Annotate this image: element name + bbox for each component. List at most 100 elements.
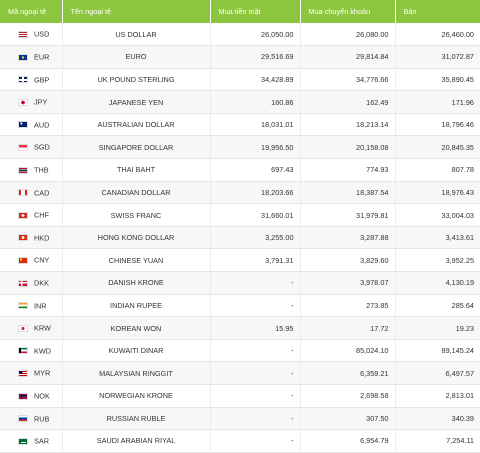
cash-buy-rate: 697.43 (210, 158, 301, 182)
sell-rate: 18,976.43 (441, 187, 474, 197)
cash-buy-rate: 160.86 (210, 90, 301, 114)
transfer-buy-rate: 18,387.54 (300, 181, 396, 204)
currency-name: NORWEGIAN KRONE (62, 384, 211, 408)
header-cash-buy: Mua tiền mặt (210, 0, 301, 23)
currency-code: EUR (34, 52, 50, 62)
currency-code-cell: THB (0, 158, 63, 182)
transfer-buy-rate: 85,024.10 (300, 339, 396, 362)
au-flag-icon (18, 121, 28, 129)
sell-rate: 31,072.87 (441, 52, 474, 62)
currency-code-cell: MYR (0, 361, 63, 385)
cash-buy-rate: - (210, 384, 301, 408)
table-row: THB THAI BAHT 697.43 774.93 807.78 (0, 158, 480, 182)
table-row: NOK NORWEGIAN KRONE -2,698.58 2,813.01 (0, 384, 480, 408)
header-currency-code: Mã ngoại tệ (0, 0, 63, 23)
kw-flag-icon (18, 347, 28, 355)
currency-code: HKD (34, 233, 50, 243)
currency-code-cell: JPY (0, 90, 63, 114)
table-row: INR INDIAN RUPEE -273.85 285.64 (0, 294, 480, 317)
table-row: CHF SWISS FRANC 31,660.01 31,979.81 33,004.0… (0, 203, 480, 227)
sell-rate: 26,460.00 (441, 29, 474, 39)
currency-name: RUSSIAN RUBLE (62, 407, 211, 430)
currency-code-cell: HKD (0, 226, 63, 249)
currency-code-cell: GBP (0, 68, 63, 91)
transfer-buy-rate: 18,213.14 (300, 113, 396, 136)
table-row: MYR MALAYSIAN RINGGIT -6,359.21 6,497.57 (0, 361, 480, 385)
cash-buy-rate: 18,203.66 (210, 181, 301, 204)
sell-rate: 18,796.46 (441, 120, 474, 130)
currency-code-cell: CAD (0, 181, 63, 204)
transfer-buy-rate: 6,954.79 (300, 429, 396, 453)
currency-name: US DOLLAR (62, 23, 211, 46)
currency-name: CANADIAN DOLLAR (62, 181, 211, 204)
gb-flag-icon (18, 76, 28, 84)
table-row: USD US DOLLAR 26,050.00 26,080.00 26,460.00 (0, 23, 480, 46)
my-flag-icon (18, 369, 28, 377)
sell-rate: 285.64 (451, 300, 474, 310)
currency-code: SGD (34, 143, 50, 153)
ca-flag-icon (18, 189, 28, 197)
us-flag-icon (18, 30, 28, 38)
currency-code: CHF (34, 210, 49, 220)
sell-rate: 89,145.24 (441, 346, 474, 356)
currency-code-cell: SAR (0, 429, 63, 453)
table-row: KRW KOREAN WON 15.95 17.72 19.23 (0, 316, 480, 340)
cn-flag-icon (18, 257, 28, 265)
table-row: CAD CANADIAN DOLLAR 18,203.66 18,387.54 18,9… (0, 181, 480, 204)
currency-name: SAUDI ARABIAN RIYAL (62, 429, 211, 453)
cash-buy-rate: 3,255.00 (210, 226, 301, 249)
kr-flag-icon (18, 324, 28, 332)
currency-code-cell: SGD (0, 135, 63, 159)
transfer-buy-rate: 162.49 (300, 90, 396, 114)
transfer-buy-rate: 20,158.08 (300, 135, 396, 159)
currency-code: DKK (34, 278, 50, 288)
currency-code-cell: NOK (0, 384, 63, 408)
currency-code-cell: USD (0, 23, 63, 46)
currency-code-cell: RUB (0, 407, 63, 430)
cash-buy-rate: 3,791.31 (210, 248, 301, 272)
currency-code-cell: KWD (0, 339, 63, 362)
transfer-buy-rate: 6,359.21 (300, 361, 396, 385)
cash-buy-rate: 18,031.01 (210, 113, 301, 136)
header-row: Mã ngoại tệ Tên ngoại tệ Mua tiền mặt Mu… (0, 0, 480, 23)
currency-code-cell: CHF (0, 203, 63, 227)
ch-flag-icon (18, 211, 28, 219)
transfer-buy-rate: 774.93 (300, 158, 396, 182)
transfer-buy-rate: 29,814.84 (300, 45, 396, 69)
cash-buy-rate: 31,660.01 (210, 203, 301, 227)
currency-code: RUB (34, 414, 50, 424)
transfer-buy-rate: 26,080.00 (300, 23, 396, 46)
transfer-buy-rate: 3,978.07 (300, 271, 396, 295)
sell-rate: 33,004.03 (441, 210, 474, 220)
header-transfer-buy: Mua chuyển khoản (300, 0, 396, 23)
cash-buy-rate: - (210, 407, 301, 430)
currency-code-cell: CNY (0, 248, 63, 272)
sell-rate: 2,813.01 (445, 391, 474, 401)
currency-code: AUD (34, 120, 50, 130)
currency-code: JPY (34, 97, 48, 107)
currency-code: KWD (34, 346, 52, 356)
sell-rate: 3,413.61 (445, 233, 474, 243)
sell-rate: 171.96 (451, 97, 474, 107)
currency-name: JAPANESE YEN (62, 90, 211, 114)
currency-name: SWISS FRANC (62, 203, 211, 227)
currency-code: USD (34, 29, 50, 39)
header-sell: Bán (403, 7, 417, 16)
table-body: USD US DOLLAR 26,050.00 26,080.00 26,460.00 E… (0, 23, 480, 453)
currency-code: INR (34, 301, 47, 311)
eu-flag-icon (18, 53, 28, 61)
table-row: KWD KUWAITI DINAR -85,024.10 89,145.24 (0, 339, 480, 362)
transfer-buy-rate: 307.50 (300, 407, 396, 430)
sell-rate: 340.39 (451, 413, 474, 423)
dk-flag-icon (18, 279, 28, 287)
cash-buy-rate: - (210, 429, 301, 453)
cash-buy-rate: - (210, 294, 301, 317)
currency-code-cell: KRW (0, 316, 63, 340)
currency-code: GBP (34, 75, 50, 85)
currency-code: NOK (34, 391, 50, 401)
table-header: Mã ngoại tệ Tên ngoại tệ Mua tiền mặt Mu… (0, 0, 480, 23)
currency-code: MYR (34, 368, 51, 378)
currency-code-cell: INR (0, 294, 63, 317)
th-flag-icon (18, 166, 28, 174)
currency-code-cell: EUR (0, 45, 63, 69)
